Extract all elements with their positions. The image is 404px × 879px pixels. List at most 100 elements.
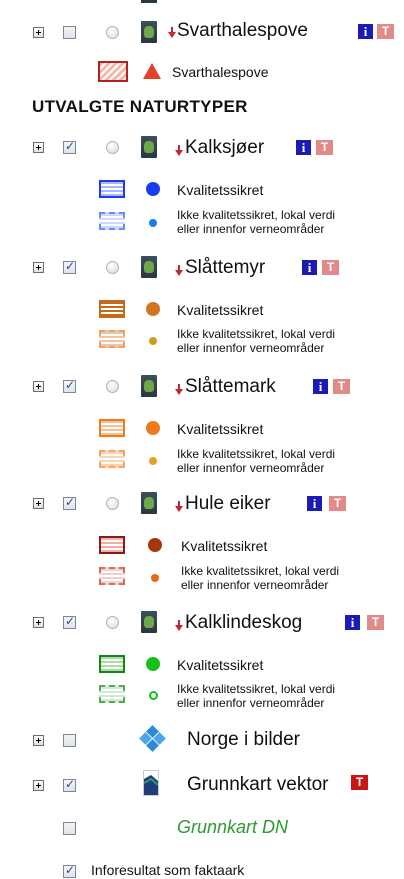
table-icon[interactable]: T (367, 615, 384, 630)
layer-type-icon (141, 256, 157, 278)
layer-radio[interactable] (106, 497, 119, 510)
unverified-dot-icon (149, 457, 157, 465)
layer-name[interactable]: Slåttemyr (185, 257, 265, 279)
unverified-area-icon (99, 450, 125, 468)
legend-unverified-2: eller innenfor verneområder (177, 461, 325, 475)
unverified-dot-icon (149, 337, 157, 345)
legend-quality: Kvalitetssikret (177, 657, 264, 673)
legend-unverified-2: eller innenfor verneområder (177, 222, 325, 236)
unverified-area-icon (99, 212, 125, 230)
expand-button[interactable] (33, 262, 44, 273)
info-icon[interactable]: i (345, 615, 360, 630)
quality-dot-icon (146, 182, 160, 196)
unverified-area-icon (99, 567, 125, 585)
layer-checkbox[interactable] (63, 614, 76, 629)
legend-unverified-1: Ikke kvalitetssikret, lokal verdi (181, 564, 340, 578)
down-arrow-icon (175, 384, 183, 395)
layer-type-icon (141, 136, 157, 158)
layer-checkbox[interactable] (63, 734, 76, 747)
layer-checkbox[interactable] (63, 26, 76, 39)
legend-unverified-1: Ikke kvalitetssikret, lokal verdi (177, 327, 336, 341)
unverified-dot-icon (149, 219, 157, 227)
legend-unverified-1: Ikke kvalitetssikret, lokal verdi (177, 447, 336, 461)
triangle-icon (143, 63, 161, 79)
layer-checkbox[interactable] (63, 495, 76, 510)
expand-button[interactable] (33, 381, 44, 392)
info-icon[interactable]: i (302, 260, 317, 275)
layer-type-icon (141, 375, 157, 397)
quality-area-icon (99, 536, 125, 554)
hatched-area-icon (98, 61, 128, 82)
quality-area-icon (99, 300, 125, 318)
top-partial-icon (141, 0, 157, 3)
layer-radio[interactable] (106, 616, 119, 629)
layer-radio[interactable] (106, 261, 119, 274)
info-icon[interactable]: i (358, 24, 373, 39)
quality-dot-icon (146, 421, 160, 435)
layer-type-icon (141, 492, 157, 514)
quality-area-icon (99, 419, 125, 437)
quality-area-icon (99, 655, 125, 673)
down-arrow-icon (175, 501, 183, 512)
layer-name[interactable]: Svarthalespove (177, 20, 308, 42)
legend-quality: Kvalitetssikret (177, 421, 264, 437)
expand-button[interactable] (33, 142, 44, 153)
legend-unverified-1: Ikke kvalitetssikret, lokal verdi (177, 208, 336, 222)
layer-type-icon (141, 611, 157, 633)
expand-button[interactable] (33, 780, 44, 791)
layer-name[interactable]: Norge i bilder (187, 729, 300, 751)
expand-button[interactable] (33, 617, 44, 628)
legend-quality: Kvalitetssikret (177, 302, 264, 318)
layer-type-icon (141, 21, 157, 43)
inforesultat-checkbox[interactable] (63, 863, 76, 878)
info-icon[interactable]: i (296, 140, 311, 155)
layer-name[interactable]: Hule eiker (185, 493, 271, 515)
inforesultat-label[interactable]: Inforesultat som faktaark (91, 862, 244, 878)
layer-name[interactable]: Kalklindeskog (185, 612, 302, 634)
info-icon[interactable]: i (307, 496, 322, 511)
legend-unverified-2: eller innenfor verneområder (181, 578, 329, 592)
legend-unverified-2: eller innenfor verneområder (177, 696, 325, 710)
down-arrow-icon (175, 145, 183, 156)
quality-dot-icon (146, 302, 160, 316)
quality-area-icon (99, 180, 125, 198)
unverified-area-icon (99, 330, 125, 348)
expand-button[interactable] (33, 735, 44, 746)
legend-unverified-2: eller innenfor verneområder (177, 341, 325, 355)
table-icon[interactable]: T (351, 775, 368, 790)
down-arrow-icon (168, 27, 176, 38)
expand-button[interactable] (33, 498, 44, 509)
layer-checkbox[interactable] (63, 378, 76, 393)
down-arrow-icon (175, 620, 183, 631)
section-heading: UTVALGTE NATURTYPER (32, 97, 248, 116)
layer-checkbox[interactable] (63, 139, 76, 154)
quality-dot-icon (148, 538, 162, 552)
layer-checkbox[interactable] (63, 777, 76, 792)
layer-name[interactable]: Grunnkart vektor (187, 774, 329, 796)
legend-label: Svarthalespove (172, 64, 269, 80)
legend-quality: Kvalitetssikret (181, 538, 268, 554)
layer-radio[interactable] (106, 380, 119, 393)
down-arrow-icon (175, 265, 183, 276)
vector-map-icon (143, 770, 159, 796)
info-icon[interactable]: i (313, 379, 328, 394)
unverified-area-icon (99, 685, 125, 703)
layer-radio[interactable] (106, 141, 119, 154)
table-icon[interactable]: T (377, 24, 394, 39)
unverified-dot-icon (149, 691, 158, 700)
layer-checkbox[interactable] (63, 822, 76, 835)
layer-name[interactable]: Grunnkart DN (177, 817, 288, 838)
unverified-dot-icon (151, 574, 159, 582)
table-icon[interactable]: T (322, 260, 339, 275)
table-icon[interactable]: T (329, 496, 346, 511)
layer-name[interactable]: Slåttemark (185, 376, 276, 398)
layer-radio[interactable] (106, 26, 119, 39)
photo-layer-icon (139, 725, 167, 752)
table-icon[interactable]: T (333, 379, 350, 394)
expand-button[interactable] (33, 27, 44, 38)
legend-quality: Kvalitetssikret (177, 182, 264, 198)
quality-dot-icon (146, 657, 160, 671)
layer-name[interactable]: Kalksjøer (185, 137, 264, 159)
table-icon[interactable]: T (316, 140, 333, 155)
layer-checkbox[interactable] (63, 259, 76, 274)
